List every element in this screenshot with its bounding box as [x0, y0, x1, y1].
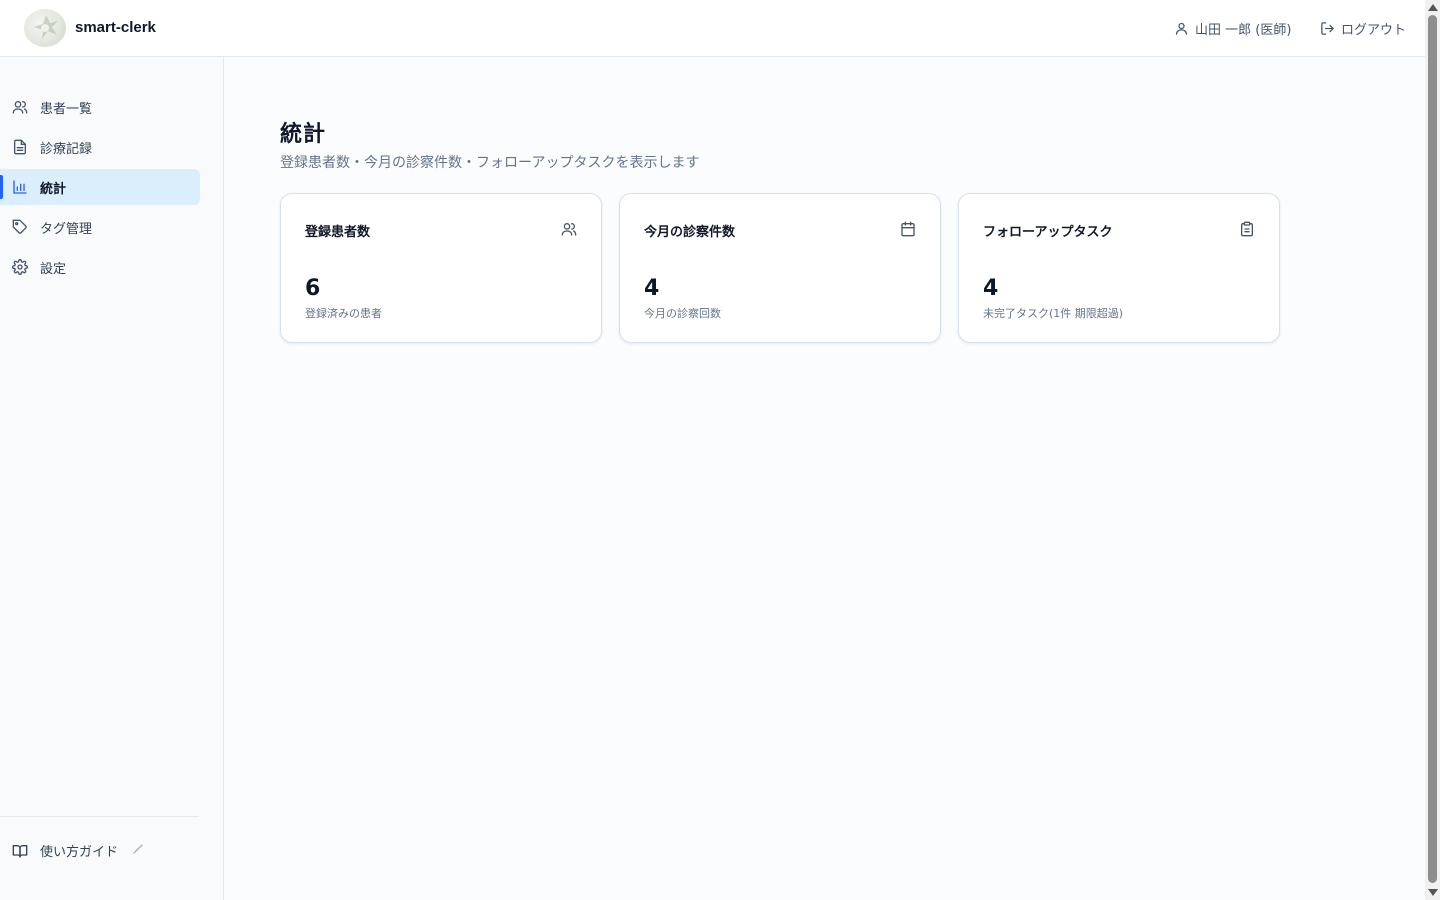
book-open-icon	[12, 843, 28, 859]
clipboard-icon	[1239, 221, 1255, 241]
stat-card-followup: フォローアップタスク 4 未完了タスク(1件 期限超過)	[958, 193, 1280, 343]
card-title: 登録患者数	[305, 225, 371, 240]
sidebar-item-label: 設定	[40, 261, 67, 277]
tag-icon	[12, 219, 28, 235]
app-name: smart-clerk	[75, 19, 156, 36]
sidebar-item-settings[interactable]: 設定	[0, 249, 200, 285]
sidebar-item-statistics[interactable]: 統計	[0, 169, 200, 205]
card-value: 4	[644, 276, 660, 301]
sidebar-item-label: 診療記録	[40, 141, 93, 157]
sidebar-item-records[interactable]: 診療記録	[0, 129, 200, 165]
stat-card-consultations: 今月の診察件数 4 今月の診察回数	[619, 193, 941, 343]
user-guide-label: 使い方ガイド	[40, 845, 119, 860]
stat-cards: 登録患者数 6 登録済みの患者 今月の診察件数 4 今月の診察回数 フォローアッ…	[280, 193, 1280, 343]
scroll-down-arrow[interactable]	[1428, 889, 1438, 896]
sidebar-divider	[0, 816, 199, 817]
bar-chart-icon	[12, 179, 28, 195]
gear-icon	[12, 259, 28, 275]
sidebar-item-label: 患者一覧	[40, 101, 93, 117]
sidebar: 患者一覧 診療記録 統計 タグ管理 設定 使い方ガイド	[0, 57, 224, 900]
page-subtitle: 登録患者数・今月の診察件数・フォローアップタスクを表示します	[280, 155, 700, 171]
scroll-thumb[interactable]	[1428, 15, 1437, 883]
stat-card-patients: 登録患者数 6 登録済みの患者	[280, 193, 602, 343]
page-title: 統計	[280, 122, 327, 147]
sidebar-nav: 患者一覧 診療記録 統計 タグ管理 設定	[0, 89, 224, 289]
logout-button[interactable]: ログアウト	[1320, 19, 1406, 38]
card-title: 今月の診察件数	[644, 225, 736, 240]
card-description: 登録済みの患者	[305, 307, 382, 320]
page-header: 統計 登録患者数・今月の診察件数・フォローアップタスクを表示します	[280, 116, 699, 172]
sidebar-item-patients[interactable]: 患者一覧	[0, 89, 200, 125]
app-logo[interactable]	[24, 9, 66, 47]
logout-label: ログアウト	[1341, 23, 1407, 38]
card-title: フォローアップタスク	[983, 225, 1113, 240]
page-scrollbar[interactable]	[1425, 0, 1440, 900]
card-description: 今月の診察回数	[644, 307, 721, 320]
scroll-up-arrow[interactable]	[1428, 4, 1438, 11]
card-value: 6	[305, 276, 321, 301]
external-link-icon	[132, 843, 144, 859]
logout-icon	[1320, 21, 1335, 36]
user-icon	[1174, 21, 1189, 36]
card-description: 未完了タスク(1件 期限超過)	[983, 307, 1124, 320]
users-icon	[561, 221, 577, 241]
card-value: 4	[983, 276, 999, 301]
users-icon	[12, 99, 28, 115]
sidebar-item-label: 統計	[40, 181, 67, 197]
user-menu[interactable]: 山田 一郎 (医師)	[1174, 19, 1291, 38]
app-header: smart-clerk 山田 一郎 (医師) ログアウト	[0, 0, 1425, 57]
calendar-icon	[900, 221, 916, 241]
user-name: 山田 一郎 (医師)	[1195, 23, 1292, 38]
sidebar-item-label: タグ管理	[40, 221, 93, 237]
file-text-icon	[12, 139, 28, 155]
user-guide-link[interactable]: 使い方ガイド	[12, 841, 144, 860]
sidebar-item-tags[interactable]: タグ管理	[0, 209, 200, 245]
